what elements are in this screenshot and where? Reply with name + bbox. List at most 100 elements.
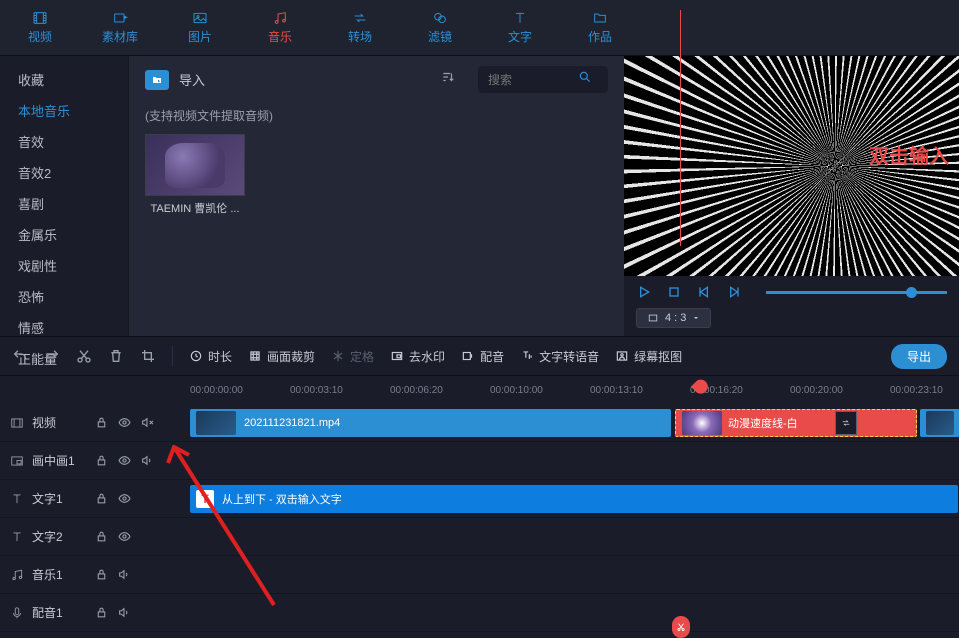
speaker-icon[interactable] — [118, 606, 131, 619]
aspect-ratio-select[interactable]: 4 : 3 — [636, 308, 711, 328]
eye-icon[interactable] — [118, 416, 131, 429]
tab-label: 素材库 — [102, 28, 138, 45]
crop-frame-button[interactable]: 画面裁剪 — [248, 348, 315, 365]
mute-icon[interactable] — [141, 416, 154, 429]
music-icon — [10, 568, 24, 582]
image-icon — [190, 10, 210, 26]
sidebar-item-favorites[interactable]: 收藏 — [0, 64, 128, 95]
tab-text[interactable]: 文字 — [480, 0, 560, 55]
film-icon — [30, 10, 50, 26]
sidebar-item-dramatic[interactable]: 戏剧性 — [0, 250, 128, 281]
stop-button[interactable] — [666, 284, 682, 300]
sidebar-item-local-music[interactable]: 本地音乐 — [0, 95, 128, 126]
speaker-icon[interactable] — [141, 454, 154, 467]
tab-label: 视频 — [28, 28, 52, 45]
media-icon — [110, 10, 130, 26]
time-mark: 00:00:00:00 — [190, 385, 243, 396]
text-clip[interactable]: T 从上到下 - 双击输入文字 — [190, 485, 958, 513]
next-button[interactable] — [726, 284, 742, 300]
eye-icon[interactable] — [118, 492, 131, 505]
track-pip1: 画中画1 — [0, 442, 959, 480]
preview-canvas[interactable]: 双击输入 — [624, 56, 959, 276]
track-text2: 文字2 — [0, 518, 959, 556]
play-button[interactable] — [636, 284, 652, 300]
media-item[interactable]: TAEMIN 曹凯伦 ... — [145, 134, 245, 216]
sidebar-item-sfx[interactable]: 音效 — [0, 126, 128, 157]
sidebar-item-metal[interactable]: 金属乐 — [0, 219, 128, 250]
redo-button[interactable] — [44, 348, 60, 364]
timeline-tracks: 视频 202111231821.mp4 动漫速度线-白 画中画1 — [0, 404, 959, 632]
text-clip-icon: T — [196, 490, 214, 508]
sidebar-item-comedy[interactable]: 喜剧 — [0, 188, 128, 219]
time-mark: 00:00:13:10 — [590, 385, 643, 396]
time-mark: 00:00:03:10 — [290, 385, 343, 396]
progress-knob[interactable] — [906, 287, 917, 298]
time-mark: 00:00:23:10 — [890, 385, 943, 396]
film-icon — [10, 416, 24, 430]
eye-icon[interactable] — [118, 530, 131, 543]
tab-image[interactable]: 图片 — [160, 0, 240, 55]
track-music1: 音乐1 — [0, 556, 959, 594]
sidebar-item-sfx2[interactable]: 音效2 — [0, 157, 128, 188]
track-text1: 文字1 T 从上到下 - 双击输入文字 — [0, 480, 959, 518]
tab-label: 滤镜 — [428, 28, 452, 45]
lock-icon[interactable] — [95, 454, 108, 467]
text-icon — [10, 530, 24, 544]
import-button[interactable] — [145, 70, 169, 90]
text-icon — [510, 10, 530, 26]
video-clip-next[interactable] — [920, 409, 959, 437]
lock-icon[interactable] — [95, 606, 108, 619]
search-box[interactable] — [478, 66, 608, 93]
video-clip[interactable]: 202111231821.mp4 — [190, 409, 671, 437]
sidebar-item-emotion[interactable]: 情感 — [0, 312, 128, 343]
preview-overlay-text: 双击输入 — [869, 140, 949, 169]
cut-button[interactable] — [76, 348, 92, 364]
undo-button[interactable] — [12, 348, 28, 364]
tab-music[interactable]: 音乐 — [240, 0, 320, 55]
search-input[interactable] — [488, 73, 578, 87]
search-icon[interactable] — [578, 70, 592, 89]
progress-bar[interactable] — [766, 291, 947, 294]
playhead-line[interactable] — [680, 10, 681, 246]
speaker-icon[interactable] — [118, 568, 131, 581]
time-mark: 00:00:20:00 — [790, 385, 843, 396]
eye-icon[interactable] — [118, 454, 131, 467]
lock-icon[interactable] — [95, 530, 108, 543]
greenscreen-button[interactable]: 绿幕抠图 — [615, 348, 682, 365]
transition-marker[interactable] — [835, 411, 857, 435]
tab-transition[interactable]: 转场 — [320, 0, 400, 55]
folder-icon — [590, 10, 610, 26]
timeline-ruler[interactable]: 00:00:00:00 00:00:03:10 00:00:06:20 00:0… — [0, 376, 959, 404]
duration-button[interactable]: 时长 — [189, 348, 232, 365]
lock-icon[interactable] — [95, 568, 108, 581]
speed-lines-clip[interactable]: 动漫速度线-白 — [675, 409, 917, 437]
crop-button[interactable] — [140, 348, 156, 364]
tab-projects[interactable]: 作品 — [560, 0, 640, 55]
track-dub1: 配音1 — [0, 594, 959, 632]
preview-controls: 4 : 3 — [624, 276, 959, 336]
tts-button[interactable]: 文字转语音 — [520, 348, 599, 365]
edit-toolbar: 时长 画面裁剪 定格 去水印 配音 文字转语音 绿幕抠图 导出 — [0, 336, 959, 376]
tab-media-library[interactable]: 素材库 — [80, 0, 160, 55]
tab-video[interactable]: 视频 — [0, 0, 80, 55]
export-button[interactable]: 导出 — [891, 344, 947, 369]
cut-marker[interactable] — [672, 616, 690, 638]
lock-icon[interactable] — [95, 492, 108, 505]
sidebar-item-horror[interactable]: 恐怖 — [0, 281, 128, 312]
clip-thumbnail — [196, 411, 236, 435]
playhead-handle[interactable] — [674, 374, 688, 388]
lock-icon[interactable] — [95, 416, 108, 429]
sort-icon[interactable] — [440, 70, 456, 89]
toolbar-separator — [172, 346, 173, 366]
prev-button[interactable] — [696, 284, 712, 300]
tab-filter[interactable]: 滤镜 — [400, 0, 480, 55]
watermark-button[interactable]: 去水印 — [390, 348, 445, 365]
dubbing-button[interactable]: 配音 — [461, 348, 504, 365]
media-library: 导入 (支持视频文件提取音频) TAEMIN 曹凯伦 ... — [128, 56, 624, 336]
transition-icon — [350, 10, 370, 26]
delete-button[interactable] — [108, 348, 124, 364]
clip-thumbnail — [926, 411, 954, 435]
freeze-button[interactable]: 定格 — [331, 348, 374, 365]
music-icon — [270, 10, 290, 26]
tab-label: 音乐 — [268, 28, 292, 45]
